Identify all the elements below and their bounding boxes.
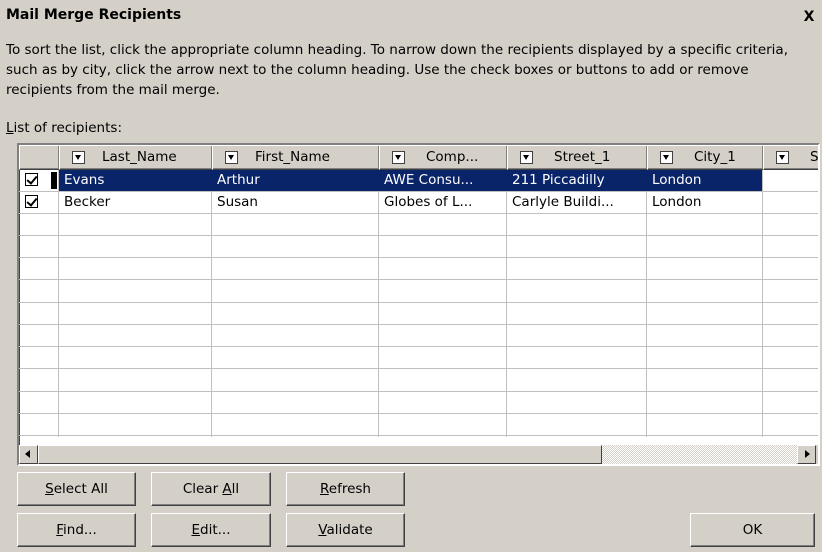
instructions-text: To sort the list, click the appropriate … xyxy=(6,42,788,98)
horizontal-scrollbar[interactable] xyxy=(19,445,818,464)
find-button[interactable]: Find... xyxy=(17,513,136,547)
filter-dropdown-icon[interactable] xyxy=(392,151,405,164)
column-header-check[interactable] xyxy=(19,145,60,170)
refresh-button[interactable]: Refresh xyxy=(286,472,405,506)
cell-company: Globes of L... xyxy=(384,194,473,210)
column-header-street[interactable]: Street_1 xyxy=(507,145,648,170)
cell-company: AWE Consu... xyxy=(384,172,474,188)
title-bar: Mail Merge Recipients X xyxy=(0,0,822,30)
recipients-list[interactable]: Last_Name First_Name Comp... Street_1 Ci… xyxy=(17,143,820,466)
column-header-first-name[interactable]: First_Name xyxy=(212,145,380,170)
column-header-state[interactable]: S xyxy=(763,145,818,170)
filter-dropdown-icon[interactable] xyxy=(776,151,789,164)
clear-all-button[interactable]: Clear All xyxy=(151,472,271,506)
cell-city: London xyxy=(652,172,702,188)
window-title: Mail Merge Recipients xyxy=(6,7,182,23)
validate-button[interactable]: Validate xyxy=(286,513,405,547)
select-all-button[interactable]: Select All xyxy=(17,472,136,506)
cell-last-name: Evans xyxy=(64,172,105,188)
cell-last-name: Becker xyxy=(64,194,111,210)
filter-dropdown-icon[interactable] xyxy=(225,151,238,164)
current-row-indicator xyxy=(51,172,57,189)
filter-dropdown-icon[interactable] xyxy=(72,151,85,164)
cell-street: Carlyle Buildi... xyxy=(512,194,614,210)
table-row[interactable]: Evans Arthur AWE Consu... 211 Piccadilly… xyxy=(19,170,818,191)
table-row[interactable]: Becker Susan Globes of L... Carlyle Buil… xyxy=(19,192,818,213)
close-button[interactable]: X xyxy=(800,9,818,27)
column-header-last-name[interactable]: Last_Name xyxy=(59,145,213,170)
column-header-company[interactable]: Comp... xyxy=(379,145,508,170)
include-checkbox[interactable] xyxy=(25,195,38,208)
cell-city: London xyxy=(652,194,702,210)
scroll-track[interactable] xyxy=(602,445,797,464)
edit-button[interactable]: Edit... xyxy=(151,513,271,547)
scroll-right-icon[interactable] xyxy=(797,445,816,464)
filter-dropdown-icon[interactable] xyxy=(520,151,533,164)
list-of-recipients-label: List of recipients: xyxy=(6,120,122,136)
column-header-row: Last_Name First_Name Comp... Street_1 Ci… xyxy=(19,145,818,170)
ok-button[interactable]: OK xyxy=(690,513,815,547)
cell-first-name: Arthur xyxy=(217,172,260,188)
column-header-city[interactable]: City_1 xyxy=(647,145,764,170)
filter-dropdown-icon[interactable] xyxy=(660,151,673,164)
include-checkbox[interactable] xyxy=(25,173,38,186)
scroll-thumb[interactable] xyxy=(38,445,602,464)
scroll-left-icon[interactable] xyxy=(19,445,38,464)
cell-first-name: Susan xyxy=(217,194,258,210)
cell-street: 211 Piccadilly xyxy=(512,172,605,188)
